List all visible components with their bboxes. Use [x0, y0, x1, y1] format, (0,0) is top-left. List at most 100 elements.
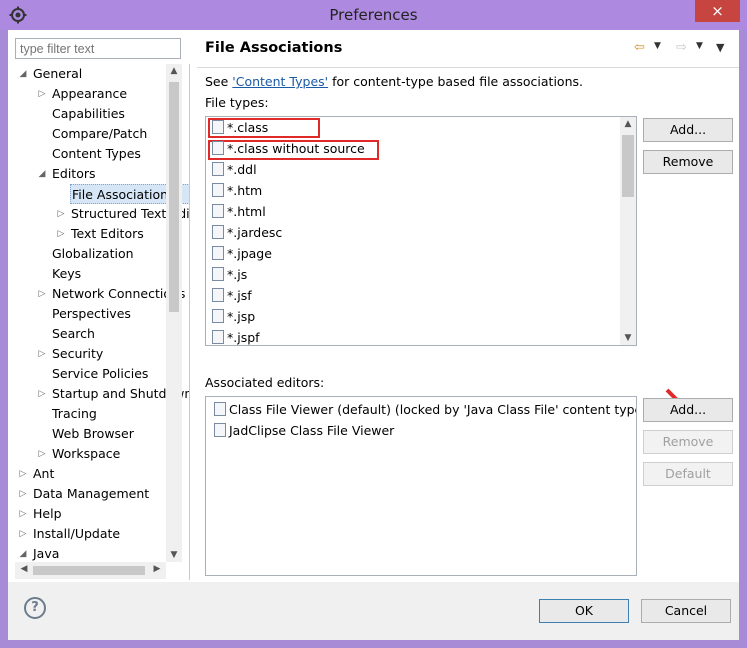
file-type-item[interactable]: *.class without source	[212, 138, 365, 159]
dialog-footer: ? OK Cancel	[8, 582, 739, 640]
editor-remove-button[interactable]: Remove	[643, 430, 733, 454]
file-type-label: *.class	[227, 120, 269, 135]
scroll-thumb[interactable]	[33, 566, 145, 575]
help-icon[interactable]: ?	[24, 597, 46, 619]
expanded-twisty-icon[interactable]: ◢	[37, 164, 47, 184]
filter-input[interactable]	[15, 38, 181, 59]
collapsed-twisty-icon[interactable]: ▷	[18, 524, 28, 544]
ok-button[interactable]: OK	[539, 599, 629, 623]
tree-item-label: Capabilities	[52, 106, 125, 121]
file-type-item[interactable]: *.jardesc	[212, 222, 282, 243]
back-menu-icon[interactable]: ▼	[654, 41, 661, 51]
tree-item-label: Compare/Patch	[52, 126, 148, 141]
content-types-link[interactable]: 'Content Types'	[232, 74, 328, 89]
file-type-label: *.jardesc	[227, 225, 283, 240]
editor-item[interactable]: JadClipse Class File Viewer	[214, 420, 394, 441]
scroll-thumb[interactable]	[622, 135, 634, 197]
preferences-tree: ◢ General ▷ Appearance Capabilities Compare/P…	[15, 64, 190, 580]
tree-item-label: Appearance	[52, 86, 128, 101]
content-types-hint: See 'Content Types' for content-type bas…	[205, 74, 583, 89]
tree-item-label: Workspace	[52, 446, 121, 461]
file-type-icon	[212, 267, 224, 281]
file-type-item[interactable]: *.html	[212, 201, 266, 222]
file-type-item[interactable]: *.jpage	[212, 243, 272, 264]
file-types-label: File types:	[205, 95, 269, 110]
collapsed-twisty-icon[interactable]: ▷	[56, 224, 66, 244]
collapsed-twisty-icon[interactable]: ▷	[18, 464, 28, 484]
collapsed-twisty-icon[interactable]: ▷	[18, 504, 28, 524]
file-type-label: *.html	[227, 204, 266, 219]
scroll-left-icon[interactable]: ◀	[16, 564, 32, 574]
tree-item-label: Help	[33, 506, 62, 521]
file-type-add-button[interactable]: Add...	[643, 118, 733, 142]
file-type-icon	[212, 120, 224, 134]
file-type-icon	[212, 204, 224, 218]
scroll-thumb[interactable]	[169, 82, 179, 312]
title-bar[interactable]: Preferences ×	[0, 0, 747, 30]
associated-editors-list[interactable]: Class File Viewer (default) (locked by '…	[205, 396, 637, 576]
editor-item[interactable]: Class File Viewer (default) (locked by '…	[214, 399, 637, 420]
editor-label: Class File Viewer (default) (locked by '…	[229, 402, 637, 417]
scroll-up-icon[interactable]: ▲	[620, 119, 636, 129]
tree-vertical-scrollbar[interactable]: ▲ ▼	[166, 64, 182, 562]
scroll-up-icon[interactable]: ▲	[166, 66, 182, 76]
tree-item-label: Java	[33, 546, 60, 561]
file-type-item[interactable]: *.js	[212, 264, 247, 285]
editor-add-button[interactable]: Add...	[643, 398, 733, 422]
cancel-button[interactable]: Cancel	[641, 599, 731, 623]
tree-item-label: Service Policies	[52, 366, 149, 381]
expanded-twisty-icon[interactable]: ◢	[18, 64, 28, 84]
tree-item-label: Content Types	[52, 146, 141, 161]
file-type-remove-button[interactable]: Remove	[643, 150, 733, 174]
editor-default-button[interactable]: Default	[643, 462, 733, 486]
collapsed-twisty-icon[interactable]: ▷	[37, 384, 47, 404]
tree-item-label: Keys	[52, 266, 82, 281]
scroll-right-icon[interactable]: ▶	[149, 564, 165, 574]
expanded-twisty-icon[interactable]: ◢	[18, 544, 28, 564]
back-arrow-icon[interactable]: ⇦	[634, 40, 645, 55]
collapsed-twisty-icon[interactable]: ▷	[37, 344, 47, 364]
scroll-down-icon[interactable]: ▼	[620, 333, 636, 343]
forward-menu-icon[interactable]: ▼	[696, 41, 703, 51]
file-type-label: *.jspf	[227, 330, 260, 345]
tree-item-label: Editors	[52, 166, 96, 181]
view-menu-icon[interactable]: ▼	[716, 41, 724, 54]
collapsed-twisty-icon[interactable]: ▷	[18, 484, 28, 504]
file-type-label: *.class without source	[227, 141, 365, 156]
file-type-item[interactable]: *.htm	[212, 180, 262, 201]
collapsed-twisty-icon[interactable]: ▷	[37, 444, 47, 464]
tree-item-label: Globalization	[52, 246, 134, 261]
file-type-label: *.jsp	[227, 309, 256, 324]
collapsed-twisty-icon[interactable]: ▷	[37, 84, 47, 104]
tree-item-label: Ant	[33, 466, 55, 481]
collapsed-twisty-icon[interactable]: ▷	[37, 284, 47, 304]
file-type-label: *.htm	[227, 183, 263, 198]
file-type-label: *.jsf	[227, 288, 252, 303]
preferences-window: Preferences × ◢ General ▷ Appearance Capabil…	[0, 0, 747, 648]
tree-item-label: Install/Update	[33, 526, 121, 541]
class-viewer-icon	[214, 402, 226, 416]
tree-horizontal-scrollbar[interactable]: ◀ ▶	[15, 562, 166, 579]
file-types-list[interactable]: *.class *.class without source *.ddl *.htm *…	[205, 116, 637, 346]
file-type-item[interactable]: *.jsp	[212, 306, 255, 327]
forward-arrow-icon[interactable]: ⇨	[676, 40, 687, 55]
close-button[interactable]: ×	[695, 0, 740, 22]
tree-item-label: General	[33, 66, 83, 81]
file-types-scrollbar[interactable]: ▲ ▼	[620, 117, 636, 345]
tree-item-label: Web Browser	[52, 426, 134, 441]
file-type-icon	[212, 246, 224, 260]
file-type-icon	[212, 309, 224, 323]
file-type-item[interactable]: *.jspf	[212, 327, 260, 345]
collapsed-twisty-icon[interactable]: ▷	[56, 204, 66, 224]
scroll-down-icon[interactable]: ▼	[166, 550, 182, 560]
editor-label: JadClipse Class File Viewer	[229, 423, 395, 438]
window-title: Preferences	[329, 6, 418, 24]
file-type-item[interactable]: *.class	[212, 117, 268, 138]
file-type-item[interactable]: *.ddl	[212, 159, 257, 180]
client-area: ◢ General ▷ Appearance Capabilities Compare/P…	[8, 30, 739, 640]
file-type-icon	[212, 141, 224, 155]
tree-item-label: Perspectives	[52, 306, 131, 321]
file-type-item[interactable]: *.jsf	[212, 285, 252, 306]
associated-editors-label: Associated editors:	[205, 375, 325, 390]
tree-item-label: Data Management	[33, 486, 150, 501]
